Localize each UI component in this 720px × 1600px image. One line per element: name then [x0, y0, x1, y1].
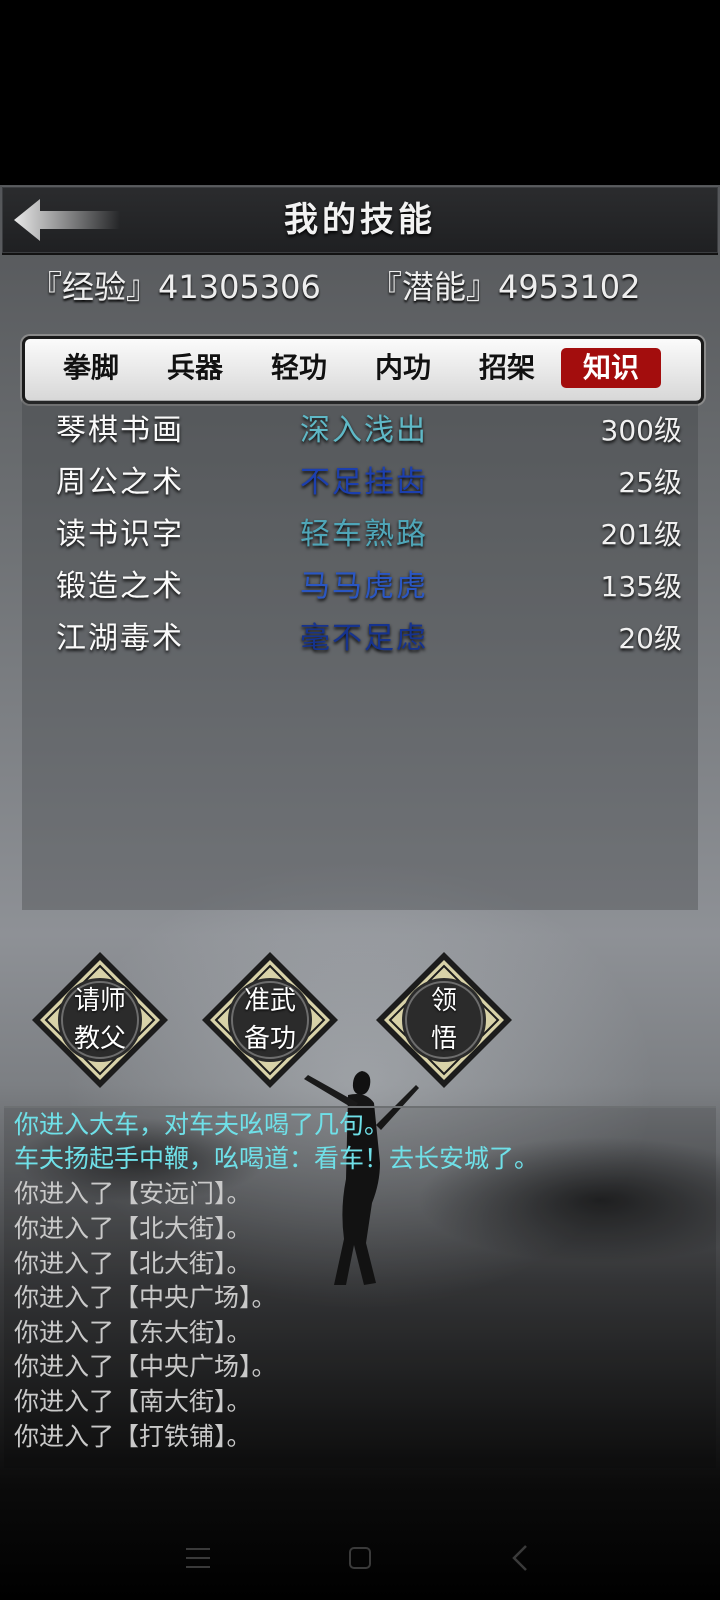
- action-label: 领 悟: [430, 986, 457, 1054]
- log-line: 你进入大车，对车夫吆喝了几句。: [14, 1110, 390, 1139]
- message-log[interactable]: 你进入大车，对车夫吆喝了几句。 车夫扬起手中鞭，吆喝道：看车！去长安城了。 你进…: [4, 1106, 716, 1468]
- skill-row[interactable]: 锻造之术 马马虎虎 135级: [22, 562, 698, 612]
- log-line: 你进入了【安远门】。: [14, 1179, 252, 1208]
- skill-rank: 马马虎虎: [300, 569, 428, 604]
- comprehend-button[interactable]: 领 悟: [374, 950, 514, 1090]
- system-nav-bar: [0, 1520, 720, 1600]
- skill-row[interactable]: 周公之术 不足挂齿 25级: [22, 458, 698, 508]
- skill-level: 300级: [600, 414, 682, 447]
- skill-name: 江湖毒术: [56, 621, 184, 656]
- skill-row[interactable]: 江湖毒术 毫不足虑 20级: [22, 614, 698, 664]
- potential-stat: 『潜能』4953102: [370, 268, 641, 306]
- skill-name: 读书识字: [56, 517, 184, 552]
- skill-rank: 深入浅出: [300, 413, 428, 448]
- skill-row[interactable]: 读书识字 轻车熟路 201级: [22, 510, 698, 560]
- log-line: 你进入了【中央广场】。: [14, 1283, 277, 1312]
- home-icon: [349, 1547, 371, 1569]
- skill-rank: 毫不足虑: [300, 621, 428, 656]
- skill-name: 琴棋书画: [56, 413, 184, 448]
- tab-knowledge[interactable]: 知识: [561, 348, 661, 388]
- log-line: 你进入了【南大街】。: [14, 1387, 252, 1416]
- log-line: 你进入了【打铁铺】。: [14, 1422, 252, 1451]
- log-line: 你进入了【北大街】。: [14, 1249, 252, 1278]
- back-icon: [512, 1545, 527, 1571]
- action-label: 准武 备功: [243, 986, 296, 1054]
- skill-rank: 不足挂齿: [300, 465, 428, 500]
- home-button[interactable]: [340, 1538, 380, 1578]
- menu-button[interactable]: [178, 1538, 218, 1578]
- log-line: 你进入了【中央广场】。: [14, 1352, 277, 1381]
- skill-name: 周公之术: [56, 465, 184, 500]
- action-label: 请师 教父: [73, 986, 126, 1054]
- skill-level: 20级: [618, 622, 682, 655]
- ask-master-button[interactable]: 请师 教父: [30, 950, 170, 1090]
- skill-level: 135级: [600, 570, 682, 603]
- prepare-skill-button[interactable]: 准武 备功: [200, 950, 340, 1090]
- skill-rank: 轻车熟路: [300, 517, 428, 552]
- game-screen: 我的技能 『经验』41305306 『潜能』4953102 拳脚 兵器 轻功 内…: [0, 0, 720, 1600]
- skill-level: 201级: [600, 518, 682, 551]
- tab-parry[interactable]: 招架: [457, 348, 557, 388]
- log-line: 你进入了【东大街】。: [14, 1318, 252, 1347]
- tab-inner-power[interactable]: 内功: [353, 348, 453, 388]
- skill-category-tabs: 拳脚 兵器 轻功 内功 招架 知识: [22, 336, 704, 404]
- skill-list: 琴棋书画 深入浅出 300级 周公之术 不足挂齿 25级 读书识字 轻车熟路 2…: [22, 400, 698, 910]
- tab-fist[interactable]: 拳脚: [41, 348, 141, 388]
- log-line: 车夫扬起手中鞭，吆喝道：看车！去长安城了。: [14, 1144, 540, 1173]
- top-header: 我的技能: [2, 186, 718, 255]
- tab-lightness[interactable]: 轻功: [249, 348, 349, 388]
- system-back-button[interactable]: [502, 1538, 542, 1578]
- page-title: 我的技能: [284, 200, 436, 240]
- skill-row[interactable]: 琴棋书画 深入浅出 300级: [22, 406, 698, 456]
- log-line: 你进入了【北大街】。: [14, 1214, 252, 1243]
- menu-icon: [186, 1548, 210, 1568]
- experience-stat: 『经验』41305306: [30, 268, 321, 306]
- skill-name: 锻造之术: [56, 569, 184, 604]
- skill-level: 25级: [618, 466, 682, 499]
- tab-weapon[interactable]: 兵器: [145, 348, 245, 388]
